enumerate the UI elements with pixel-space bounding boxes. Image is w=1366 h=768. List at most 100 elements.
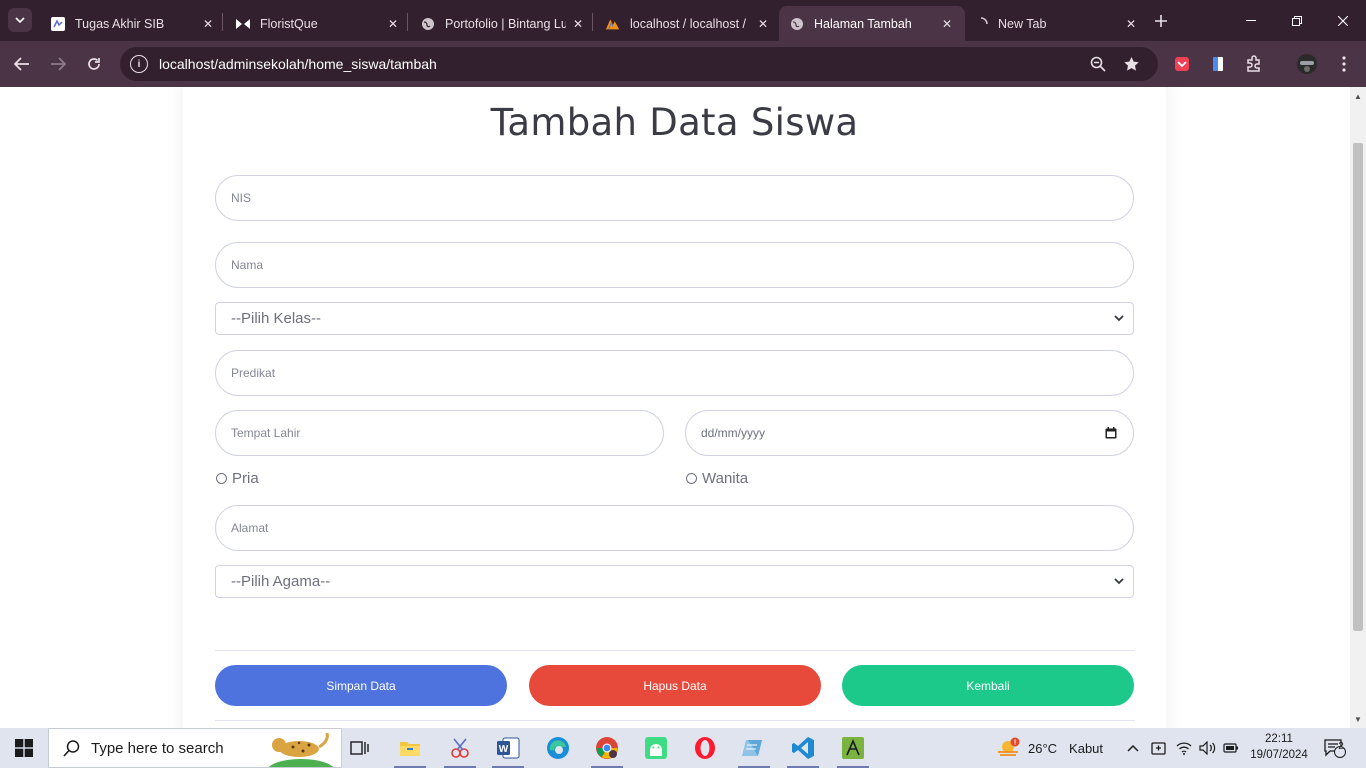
site-info-icon[interactable]: i: [130, 55, 148, 73]
tab-halaman-tambah[interactable]: Halaman Tambah ✕: [779, 6, 965, 41]
back-button[interactable]: [8, 50, 36, 78]
page-scrollbar[interactable]: ▲ ▼: [1350, 87, 1366, 728]
weather-temperature: 26°C: [1028, 740, 1058, 756]
close-icon[interactable]: ✕: [1123, 16, 1139, 32]
tanggal-lahir-placeholder: dd/mm/yyyy: [701, 426, 766, 440]
new-tab-button[interactable]: [1150, 10, 1172, 32]
word-icon: W: [497, 737, 520, 759]
save-button[interactable]: Simpan Data: [215, 665, 507, 706]
pocket-extension-button[interactable]: [1168, 50, 1196, 78]
divider: [215, 720, 1135, 721]
radio-button[interactable]: [686, 473, 697, 484]
tab-tugas-akhir[interactable]: Tugas Akhir SIB ✕: [40, 6, 226, 41]
battery-icon: [1223, 743, 1238, 753]
tab-phpmyadmin[interactable]: localhost / localhost / ✕: [595, 6, 781, 41]
globe-icon: [420, 16, 436, 32]
close-window-button[interactable]: [1320, 0, 1366, 41]
restore-button[interactable]: [1274, 0, 1320, 41]
tab-search-dropdown[interactable]: [8, 8, 32, 32]
close-icon: [1338, 15, 1348, 26]
tray-meet-now[interactable]: [1151, 728, 1167, 768]
android-studio-icon: [645, 737, 667, 759]
agama-select[interactable]: --Pilih Agama--: [215, 565, 1134, 598]
taskbar-word[interactable]: W: [485, 728, 531, 768]
url-text[interactable]: localhost/adminsekolah/home_siswa/tambah: [159, 56, 437, 72]
taskbar-clock[interactable]: 22:11 19/07/2024: [1244, 731, 1314, 763]
taskbar-vscode[interactable]: [780, 728, 826, 768]
kelas-select[interactable]: --Pilih Kelas--: [215, 302, 1134, 335]
nama-input[interactable]: Nama: [215, 242, 1134, 288]
minimize-button[interactable]: [1228, 0, 1274, 41]
task-view-button[interactable]: [337, 728, 383, 768]
weather-widget[interactable]: ! 26°C Kabut: [996, 728, 1103, 768]
gender-radio-pria[interactable]: Pria: [216, 470, 259, 487]
folder-icon: [400, 742, 420, 756]
notification-center-button[interactable]: 2: [1324, 728, 1346, 768]
gender-radio-wanita[interactable]: Wanita: [686, 470, 748, 487]
tab-separator: [222, 13, 223, 31]
zoom-icon[interactable]: [1088, 54, 1108, 74]
close-icon[interactable]: ✕: [939, 16, 955, 32]
docs-extension-button[interactable]: [1204, 50, 1232, 78]
predikat-placeholder: Predikat: [231, 366, 276, 380]
address-bar[interactable]: i localhost/adminsekolah/home_siswa/tamb…: [120, 47, 1158, 81]
predikat-input[interactable]: Predikat: [215, 350, 1134, 396]
forward-button[interactable]: [44, 50, 72, 78]
taskbar-notepad[interactable]: [731, 728, 777, 768]
calendar-icon[interactable]: [1105, 427, 1117, 439]
tab-title: New Tab: [998, 16, 1047, 31]
tab-floristque[interactable]: FloristQue ✕: [225, 6, 411, 41]
profile-button[interactable]: [1293, 50, 1321, 78]
chrome-icon: [596, 737, 618, 759]
extensions-button[interactable]: [1240, 50, 1268, 78]
tempat-lahir-input[interactable]: Tempat Lahir: [215, 410, 664, 456]
taskbar-edge[interactable]: [535, 728, 581, 768]
gender-label-wanita: Wanita: [702, 470, 749, 487]
tab-portofolio[interactable]: Portofolio | Bintang Lu ✕: [410, 6, 596, 41]
delete-button-label: Hapus Data: [643, 678, 707, 693]
radio-button[interactable]: [216, 473, 227, 484]
kebab-menu-icon: [1342, 56, 1346, 72]
scrollbar-thumb[interactable]: [1353, 143, 1363, 631]
delete-button[interactable]: Hapus Data: [529, 665, 821, 706]
avatar-icon: [1297, 54, 1317, 74]
taskbar-chrome[interactable]: [584, 728, 630, 768]
kelas-select-value: --Pilih Kelas--: [231, 310, 322, 327]
bookmark-star-icon[interactable]: [1121, 54, 1141, 74]
reload-button[interactable]: [80, 50, 108, 78]
agama-select-value: --Pilih Agama--: [231, 573, 331, 590]
taskbar-snipping-tool[interactable]: [437, 728, 483, 768]
vscode-icon: [792, 737, 814, 759]
tray-network[interactable]: [1176, 728, 1192, 768]
taskbar-opera[interactable]: [682, 728, 728, 768]
show-hidden-icons-button[interactable]: [1127, 728, 1139, 768]
close-icon[interactable]: ✕: [570, 16, 586, 32]
scroll-up-arrow-icon[interactable]: ▲: [1353, 91, 1363, 101]
tray-battery[interactable]: [1223, 728, 1239, 768]
start-button[interactable]: [0, 728, 48, 768]
taskbar-android-studio[interactable]: [633, 728, 679, 768]
tray-volume[interactable]: [1199, 728, 1217, 768]
snipping-tool-icon: [451, 738, 469, 758]
close-icon[interactable]: ✕: [755, 16, 771, 32]
minimize-icon: [1246, 19, 1256, 21]
close-icon[interactable]: ✕: [385, 16, 401, 32]
browser-menu-button[interactable]: [1330, 50, 1358, 78]
taskbar-file-explorer[interactable]: [387, 728, 433, 768]
nis-input[interactable]: NIS: [215, 175, 1134, 221]
restore-icon: [1292, 15, 1302, 26]
form-card: Tambah Data Siswa NIS Nama --Pilih Kelas…: [183, 87, 1166, 728]
plus-icon: [1155, 15, 1167, 27]
chevron-down-icon: [15, 17, 25, 23]
weather-description: Kabut: [1069, 740, 1104, 756]
back-link-button[interactable]: Kembali: [842, 665, 1134, 706]
taskbar-xampp[interactable]: [830, 728, 876, 768]
taskbar-search-box[interactable]: Type here to search: [48, 728, 342, 768]
alamat-input[interactable]: Alamat: [215, 505, 1134, 551]
tab-new-tab[interactable]: New Tab ✕: [963, 6, 1149, 41]
browser-toolbar: i localhost/adminsekolah/home_siswa/tamb…: [0, 41, 1366, 87]
close-icon[interactable]: ✕: [200, 16, 216, 32]
browser-tab-bar: Tugas Akhir SIB ✕ FloristQue ✕ Portofoli…: [0, 0, 1366, 41]
scroll-down-arrow-icon[interactable]: ▼: [1353, 714, 1363, 724]
tanggal-lahir-input[interactable]: dd/mm/yyyy: [685, 410, 1134, 456]
